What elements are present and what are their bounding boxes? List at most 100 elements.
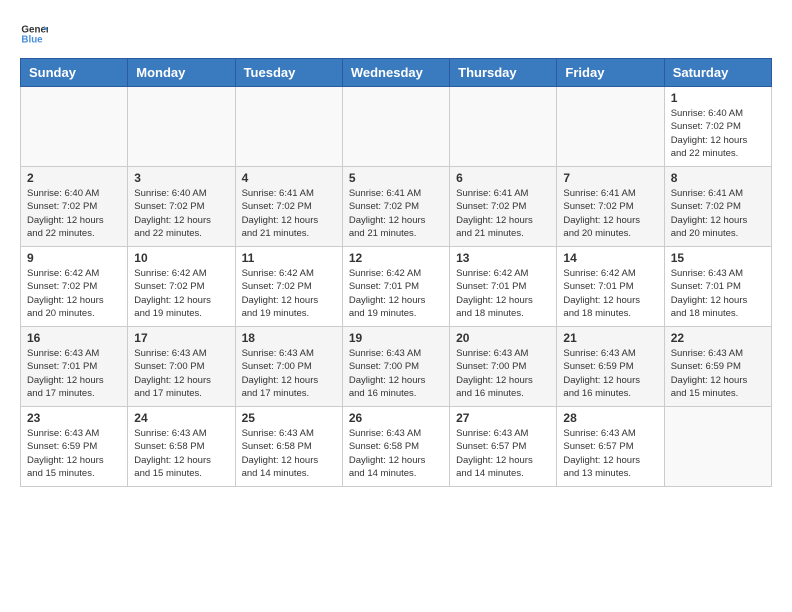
calendar-cell: 17 Sunrise: 6:43 AM Sunset: 7:00 PM Dayli… (128, 327, 235, 407)
calendar-cell (128, 87, 235, 167)
day-info: Sunrise: 6:41 AM Sunset: 7:02 PM Dayligh… (563, 187, 657, 240)
day-info: Sunrise: 6:43 AM Sunset: 6:58 PM Dayligh… (134, 427, 228, 480)
week-row-3: 16 Sunrise: 6:43 AM Sunset: 7:01 PM Dayli… (21, 327, 772, 407)
calendar-cell (235, 87, 342, 167)
day-number: 9 (27, 251, 121, 265)
weekday-header-friday: Friday (557, 59, 664, 87)
calendar-cell: 19 Sunrise: 6:43 AM Sunset: 7:00 PM Dayli… (342, 327, 449, 407)
calendar-cell: 23Sunrise: 6:43 AM Sunset: 6:59 PM Dayli… (21, 407, 128, 487)
header: General Blue (20, 20, 772, 48)
weekday-header-wednesday: Wednesday (342, 59, 449, 87)
day-info: Sunrise: 6:43 AM Sunset: 7:01 PM Dayligh… (27, 347, 121, 400)
day-number: 15 (671, 251, 765, 265)
day-info: Sunrise: 6:43 AM Sunset: 7:01 PM Dayligh… (671, 267, 765, 320)
day-info: Sunrise: 6:43 AM Sunset: 7:00 PM Dayligh… (349, 347, 443, 400)
calendar-cell: 13 Sunrise: 6:42 AM Sunset: 7:01 PM Dayli… (450, 247, 557, 327)
day-number: 17 (134, 331, 228, 345)
week-row-0: 1 Sunrise: 6:40 AM Sunset: 7:02 PM Daylig… (21, 87, 772, 167)
weekday-header-sunday: Sunday (21, 59, 128, 87)
day-number: 10 (134, 251, 228, 265)
day-info: Sunrise: 6:41 AM Sunset: 7:02 PM Dayligh… (671, 187, 765, 240)
svg-text:Blue: Blue (21, 34, 43, 45)
day-info: Sunrise: 6:40 AM Sunset: 7:02 PM Dayligh… (134, 187, 228, 240)
calendar-cell: 6Sunrise: 6:41 AM Sunset: 7:02 PM Daylig… (450, 167, 557, 247)
day-info: Sunrise: 6:42 AM Sunset: 7:01 PM Dayligh… (456, 267, 550, 320)
calendar-cell: 14 Sunrise: 6:42 AM Sunset: 7:01 PM Dayli… (557, 247, 664, 327)
day-number: 13 (456, 251, 550, 265)
week-row-2: 9 Sunrise: 6:42 AM Sunset: 7:02 PM Daylig… (21, 247, 772, 327)
weekday-header-saturday: Saturday (664, 59, 771, 87)
calendar-cell: 20 Sunrise: 6:43 AM Sunset: 7:00 PM Dayli… (450, 327, 557, 407)
calendar-cell: 4 Sunrise: 6:41 AM Sunset: 7:02 PM Daylig… (235, 167, 342, 247)
day-info: Sunrise: 6:42 AM Sunset: 7:01 PM Dayligh… (563, 267, 657, 320)
day-info: Sunrise: 6:43 AM Sunset: 6:59 PM Dayligh… (671, 347, 765, 400)
calendar-cell: 16 Sunrise: 6:43 AM Sunset: 7:01 PM Dayli… (21, 327, 128, 407)
day-info: Sunrise: 6:41 AM Sunset: 7:02 PM Dayligh… (349, 187, 443, 240)
day-info: Sunrise: 6:43 AM Sunset: 6:57 PM Dayligh… (563, 427, 657, 480)
day-number: 19 (349, 331, 443, 345)
day-number: 23 (27, 411, 121, 425)
day-info: Sunrise: 6:40 AM Sunset: 7:02 PM Dayligh… (671, 107, 765, 160)
calendar-cell: 25 Sunrise: 6:43 AM Sunset: 6:58 PM Dayli… (235, 407, 342, 487)
calendar-cell (557, 87, 664, 167)
calendar-cell: 24Sunrise: 6:43 AM Sunset: 6:58 PM Dayli… (128, 407, 235, 487)
day-info: Sunrise: 6:40 AM Sunset: 7:02 PM Dayligh… (27, 187, 121, 240)
calendar-cell: 1 Sunrise: 6:40 AM Sunset: 7:02 PM Daylig… (664, 87, 771, 167)
day-info: Sunrise: 6:42 AM Sunset: 7:01 PM Dayligh… (349, 267, 443, 320)
calendar-cell (664, 407, 771, 487)
day-number: 25 (242, 411, 336, 425)
day-number: 4 (242, 171, 336, 185)
calendar-cell: 12 Sunrise: 6:42 AM Sunset: 7:01 PM Dayli… (342, 247, 449, 327)
day-info: Sunrise: 6:43 AM Sunset: 6:59 PM Dayligh… (563, 347, 657, 400)
day-info: Sunrise: 6:42 AM Sunset: 7:02 PM Dayligh… (27, 267, 121, 320)
calendar-cell: 10 Sunrise: 6:42 AM Sunset: 7:02 PM Dayli… (128, 247, 235, 327)
day-number: 27 (456, 411, 550, 425)
day-info: Sunrise: 6:43 AM Sunset: 7:00 PM Dayligh… (456, 347, 550, 400)
day-number: 20 (456, 331, 550, 345)
day-number: 1 (671, 91, 765, 105)
calendar-cell: 8 Sunrise: 6:41 AM Sunset: 7:02 PM Daylig… (664, 167, 771, 247)
calendar-cell (450, 87, 557, 167)
day-info: Sunrise: 6:41 AM Sunset: 7:02 PM Dayligh… (456, 187, 550, 240)
day-info: Sunrise: 6:43 AM Sunset: 6:58 PM Dayligh… (242, 427, 336, 480)
calendar-cell: 9 Sunrise: 6:42 AM Sunset: 7:02 PM Daylig… (21, 247, 128, 327)
calendar-cell: 26 Sunrise: 6:43 AM Sunset: 6:58 PM Dayli… (342, 407, 449, 487)
calendar-cell: 3 Sunrise: 6:40 AM Sunset: 7:02 PM Daylig… (128, 167, 235, 247)
day-info: Sunrise: 6:43 AM Sunset: 6:57 PM Dayligh… (456, 427, 550, 480)
day-number: 5 (349, 171, 443, 185)
weekday-header-row: SundayMondayTuesdayWednesdayThursdayFrid… (21, 59, 772, 87)
calendar-cell: 28 Sunrise: 6:43 AM Sunset: 6:57 PM Dayli… (557, 407, 664, 487)
day-number: 16 (27, 331, 121, 345)
day-number: 8 (671, 171, 765, 185)
day-number: 3 (134, 171, 228, 185)
day-number: 14 (563, 251, 657, 265)
day-info: Sunrise: 6:43 AM Sunset: 7:00 PM Dayligh… (242, 347, 336, 400)
calendar-cell: 27 Sunrise: 6:43 AM Sunset: 6:57 PM Dayli… (450, 407, 557, 487)
day-number: 2 (27, 171, 121, 185)
day-number: 12 (349, 251, 443, 265)
day-number: 21 (563, 331, 657, 345)
calendar-cell: 5 Sunrise: 6:41 AM Sunset: 7:02 PM Daylig… (342, 167, 449, 247)
day-info: Sunrise: 6:43 AM Sunset: 6:58 PM Dayligh… (349, 427, 443, 480)
day-number: 28 (563, 411, 657, 425)
day-number: 11 (242, 251, 336, 265)
day-info: Sunrise: 6:41 AM Sunset: 7:02 PM Dayligh… (242, 187, 336, 240)
weekday-header-thursday: Thursday (450, 59, 557, 87)
calendar-cell (342, 87, 449, 167)
calendar-cell: 18Sunrise: 6:43 AM Sunset: 7:00 PM Dayli… (235, 327, 342, 407)
calendar-table: SundayMondayTuesdayWednesdayThursdayFrid… (20, 58, 772, 487)
calendar-cell: 2 Sunrise: 6:40 AM Sunset: 7:02 PM Daylig… (21, 167, 128, 247)
day-number: 26 (349, 411, 443, 425)
weekday-header-monday: Monday (128, 59, 235, 87)
calendar-cell: 22 Sunrise: 6:43 AM Sunset: 6:59 PM Dayli… (664, 327, 771, 407)
day-number: 22 (671, 331, 765, 345)
day-info: Sunrise: 6:42 AM Sunset: 7:02 PM Dayligh… (242, 267, 336, 320)
day-number: 7 (563, 171, 657, 185)
day-info: Sunrise: 6:43 AM Sunset: 7:00 PM Dayligh… (134, 347, 228, 400)
week-row-1: 2 Sunrise: 6:40 AM Sunset: 7:02 PM Daylig… (21, 167, 772, 247)
logo-icon: General Blue (20, 20, 48, 48)
calendar-cell: 21 Sunrise: 6:43 AM Sunset: 6:59 PM Dayli… (557, 327, 664, 407)
day-info: Sunrise: 6:42 AM Sunset: 7:02 PM Dayligh… (134, 267, 228, 320)
calendar-cell: 7 Sunrise: 6:41 AM Sunset: 7:02 PM Daylig… (557, 167, 664, 247)
calendar-cell (21, 87, 128, 167)
